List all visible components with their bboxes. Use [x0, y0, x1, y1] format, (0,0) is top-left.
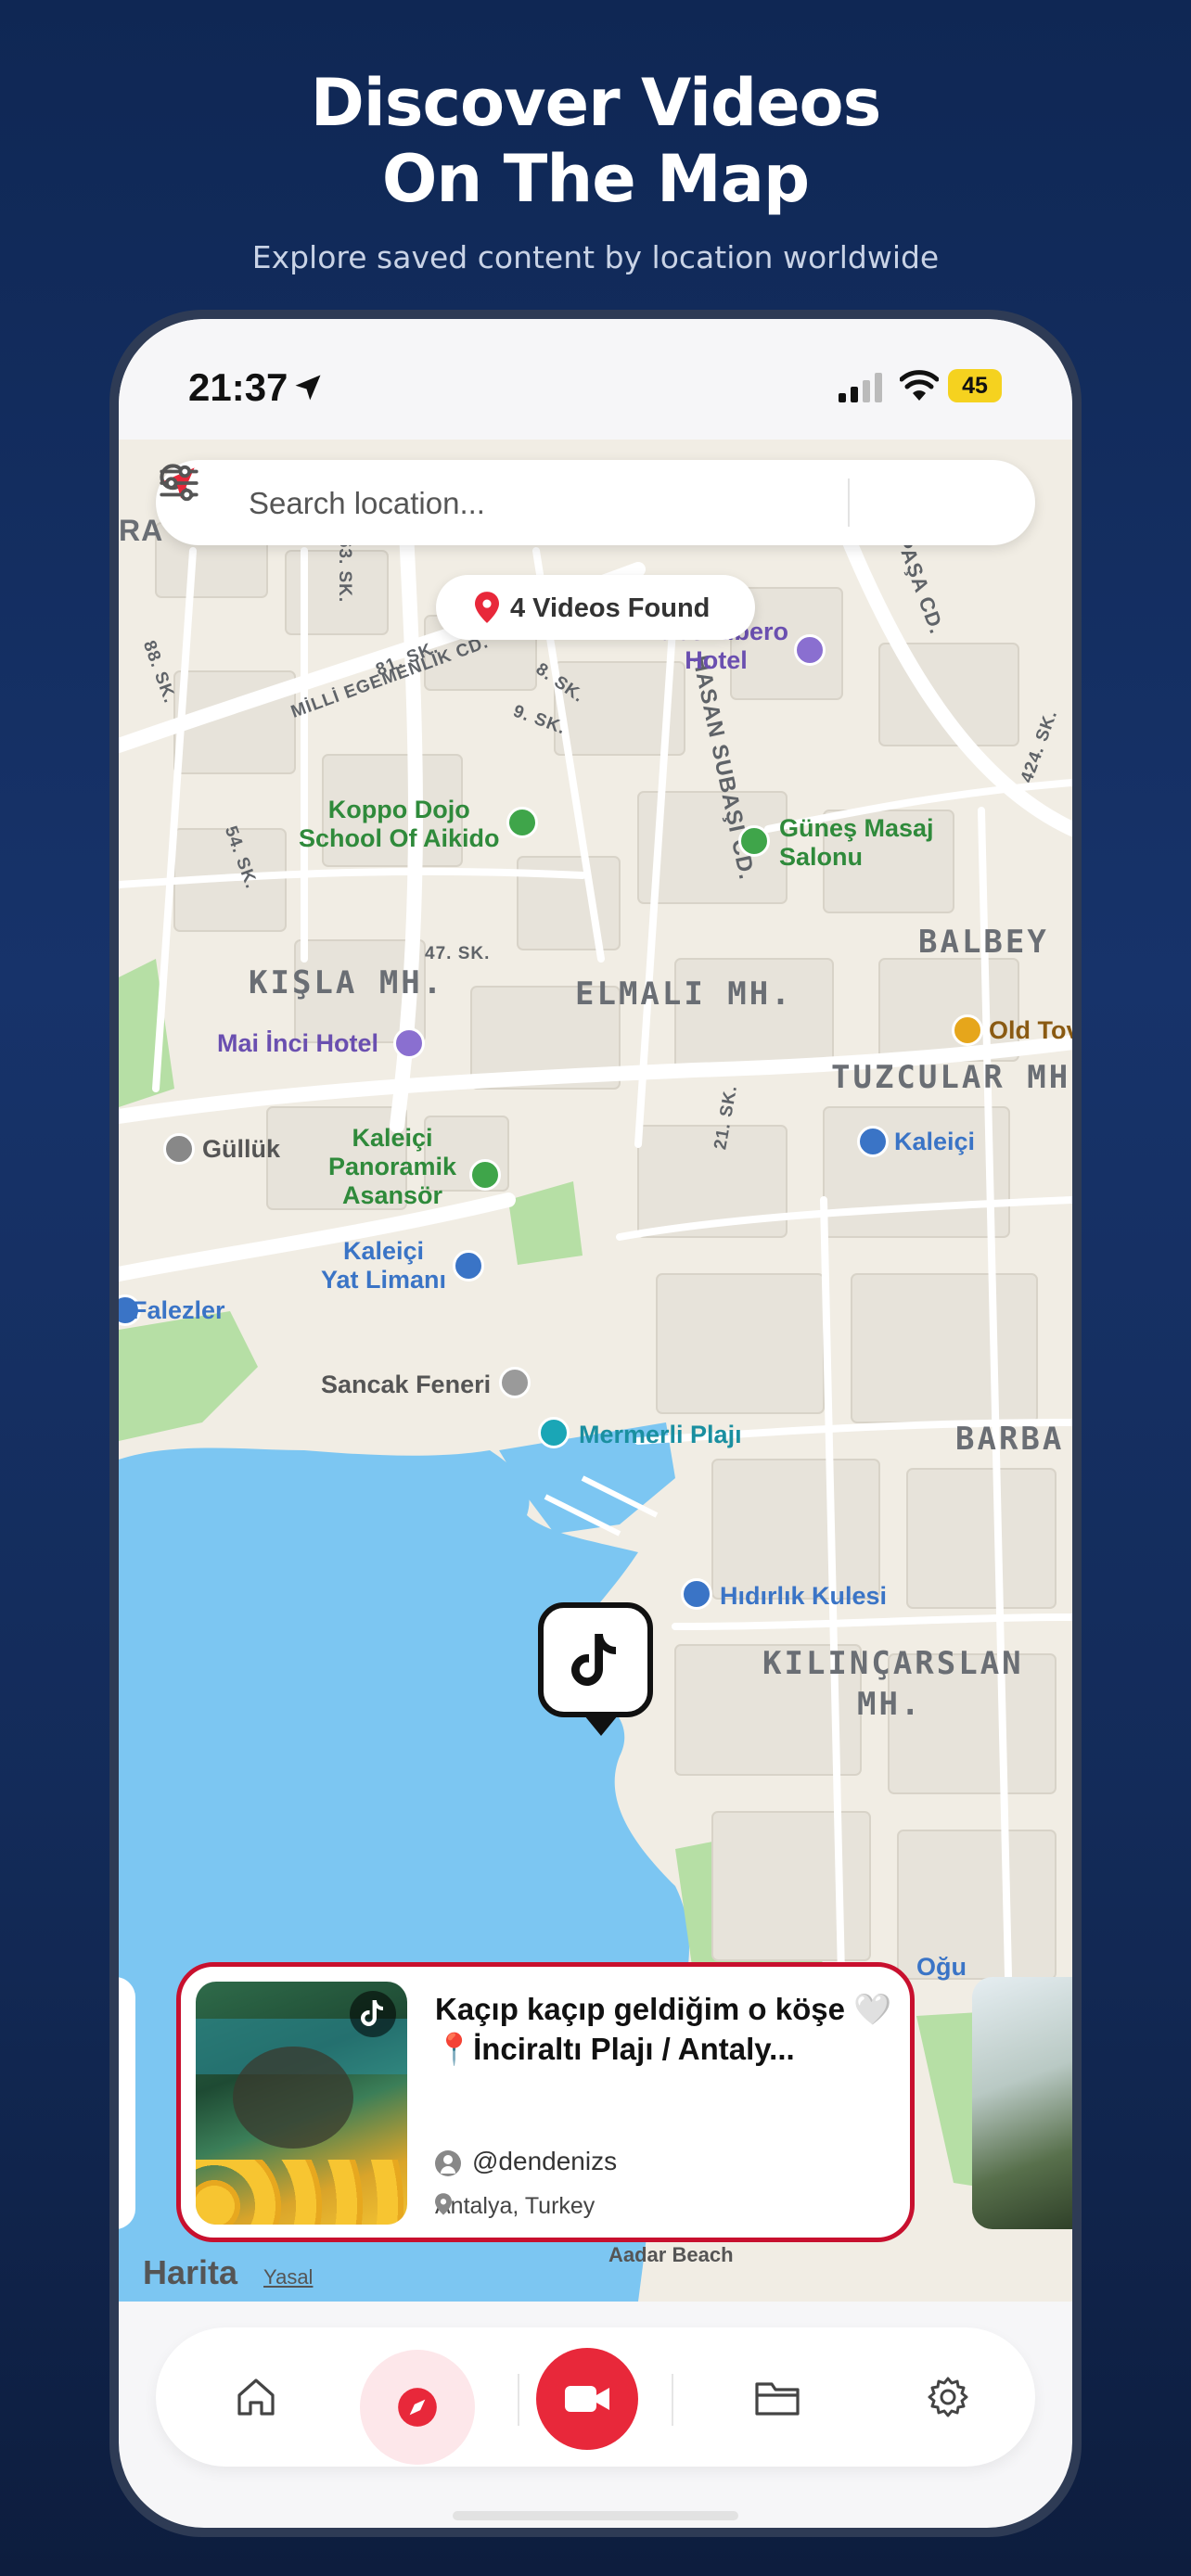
hotel-icon[interactable]	[794, 634, 826, 666]
poi-label: Sancak Feneri	[321, 1371, 492, 1398]
district-label: ELMALI MH.	[575, 976, 793, 1013]
cellular-signal-icon	[839, 373, 882, 402]
video-thumbnail	[196, 1982, 407, 2225]
video-card[interactable]: Kaçıp kaçıp geldiğim o köşe 🤍📍İnciraltı …	[176, 1962, 915, 2242]
location-pin-icon	[435, 2193, 452, 2215]
search-input[interactable]	[247, 475, 770, 532]
poi-label: Old Tov	[989, 1016, 1072, 1044]
wifi-icon	[900, 370, 939, 401]
user-icon	[435, 2149, 461, 2176]
location-text: Antalya, Turkey	[435, 2193, 596, 2219]
map-brand: Harita	[143, 2253, 238, 2291]
tab-divider	[672, 2374, 673, 2426]
dojo-icon[interactable]	[506, 807, 538, 838]
home-icon	[237, 2378, 275, 2416]
poi-label: Falezler	[132, 1296, 225, 1324]
video-author: @dendenizs	[435, 2147, 617, 2176]
poi-label: Kaleiçi Panoramik Asansör	[328, 1124, 457, 1209]
map-attribution: Harita Yasal	[143, 2253, 313, 2292]
status-time: 21:37	[188, 365, 288, 409]
poi-label: Kaleiçi	[894, 1128, 976, 1155]
poi-label: Oğu	[916, 1953, 967, 1981]
landmark-icon[interactable]	[163, 1133, 195, 1165]
district-label: BALBEY	[918, 924, 1049, 961]
video-map-marker[interactable]	[538, 1602, 653, 1736]
home-indicator	[453, 2511, 738, 2520]
district-label: KILINÇARSLAN	[762, 1645, 1024, 1682]
poi-label: Güneş Masaj Salonu	[779, 814, 934, 871]
district-label: TUZCULAR MH	[831, 1059, 1071, 1096]
search-divider	[848, 478, 850, 527]
beach-icon[interactable]	[538, 1417, 570, 1448]
author-username: @dendenizs	[472, 2147, 618, 2175]
folder-icon	[755, 2382, 800, 2416]
video-camera-icon	[565, 2386, 609, 2412]
tab-library[interactable]	[720, 2327, 831, 2467]
street-label: RA	[119, 514, 164, 547]
tiktok-icon	[571, 1634, 616, 1686]
spa-icon[interactable]	[738, 825, 770, 857]
promo-subtitle: Explore saved content by location worldw…	[251, 239, 940, 275]
tower-icon[interactable]	[681, 1578, 712, 1610]
promo-title-line2: On The Map	[381, 141, 810, 217]
elevator-icon[interactable]	[469, 1159, 501, 1191]
video-title: Kaçıp kaçıp geldiğim o köşe 🤍📍İnciraltı …	[435, 1992, 892, 2066]
next-video-card[interactable]	[972, 1977, 1072, 2229]
shopping-icon[interactable]	[952, 1014, 983, 1046]
poi-label: Güllük	[202, 1135, 281, 1163]
promo-title-line1: Discover Videos	[310, 65, 882, 141]
status-bar: 21:37 45	[119, 319, 1072, 440]
map-view[interactable]: KIŞLA MH. ELMALI MH. TUZCULAR MH BALBEY …	[119, 440, 1072, 2302]
tab-record[interactable]	[536, 2348, 638, 2450]
location-arrow-icon	[295, 375, 321, 401]
app-screen: 21:37 45 KIŞLA MH. ELMALI MH. TUZCULAR M…	[119, 319, 1072, 2528]
previous-video-card[interactable]	[119, 1977, 135, 2229]
star-icon[interactable]	[857, 1126, 889, 1157]
tab-map[interactable]	[360, 2350, 475, 2465]
map-pin-icon	[475, 592, 499, 623]
poi-label: Mermerli Plajı	[579, 1421, 742, 1448]
filter-sliders-icon[interactable]	[156, 460, 202, 506]
tab-settings[interactable]	[892, 2327, 1004, 2467]
lighthouse-icon[interactable]	[499, 1367, 531, 1398]
videos-found-label: 4 Videos Found	[510, 593, 711, 623]
search-bar	[156, 460, 1035, 545]
video-location: Antalya, Turkey	[435, 2193, 595, 2220]
tab-divider	[518, 2374, 519, 2426]
tiktok-badge-icon	[350, 1991, 396, 2037]
street-label: 47. SK.	[425, 944, 491, 963]
district-label: KIŞLA MH.	[249, 964, 445, 1001]
compass-icon	[398, 2388, 437, 2427]
poi-label: Mai İnci Hotel	[217, 1029, 379, 1057]
videos-found-badge[interactable]: 4 Videos Found	[436, 575, 755, 640]
marina-icon[interactable]	[453, 1250, 484, 1282]
hotel-icon[interactable]	[393, 1027, 425, 1059]
tab-home[interactable]	[200, 2327, 312, 2467]
bottom-tab-bar	[156, 2327, 1035, 2467]
poi-label: Koppo Dojo School Of Aikido	[299, 796, 500, 852]
street-label: 63. SK.	[335, 537, 355, 604]
district-label: MH.	[857, 1686, 923, 1723]
poi-label: Hıdırlık Kulesi	[720, 1582, 888, 1610]
poi-label: Kaleiçi Yat Limanı	[321, 1237, 447, 1294]
phone-frame: 21:37 45 KIŞLA MH. ELMALI MH. TUZCULAR M…	[109, 310, 1082, 2537]
district-label: BARBA	[955, 1421, 1065, 1458]
poi-label: Aadar Beach	[608, 2243, 734, 2266]
legal-link[interactable]: Yasal	[263, 2265, 313, 2289]
battery-indicator: 45	[948, 369, 1002, 402]
promo-headline: Discover Videos On The Map	[0, 65, 1191, 217]
gear-icon	[928, 2377, 968, 2417]
